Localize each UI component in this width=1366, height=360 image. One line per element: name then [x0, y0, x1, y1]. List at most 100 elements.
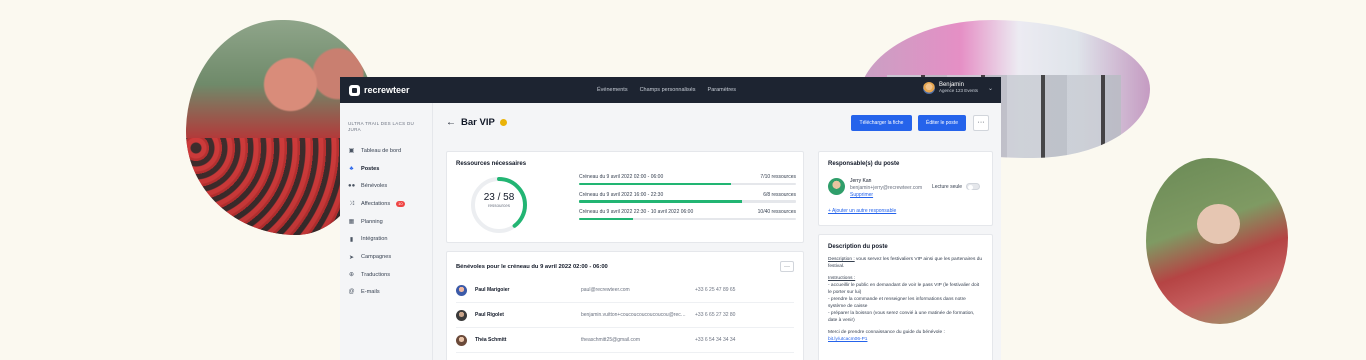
sidebar-item-label: Traductions — [361, 271, 391, 278]
sidebar-item-label: Campagnes — [361, 254, 392, 261]
sidebar-item-volunteers[interactable]: ●● Bénévoles — [348, 178, 424, 196]
volunteer-name: Paul Rigolet — [475, 312, 504, 318]
dashboard-icon: ▣ — [348, 148, 355, 155]
responsible-card: Responsable(s) du poste Jerry Kan benjam… — [818, 151, 993, 226]
instruction-item: - prendre la commande et renseigner les … — [828, 296, 966, 309]
nav-events[interactable]: Événements — [597, 87, 628, 93]
user-menu[interactable]: Benjamin Agence 123 Events ⌄ — [922, 82, 993, 94]
sidebar-item-planning[interactable]: ▦ Planning — [348, 213, 424, 231]
app-window: recrewteer Événements Champs personnalis… — [340, 77, 1001, 360]
resources-card: Ressources nécessaires 23 / 58 ressource… — [446, 151, 804, 243]
avatar — [456, 309, 467, 321]
user-org: Agence 123 Events — [938, 87, 978, 93]
slot-count: 6/8 ressources — [763, 191, 796, 198]
slot-progress-bar — [579, 182, 796, 185]
shuffle-icon: ⤨ — [349, 200, 354, 207]
chevron-down-icon: ⌄ — [987, 85, 993, 92]
avatar — [828, 178, 845, 195]
readonly-label: Lecture seule — [932, 183, 963, 190]
status-dot — [499, 119, 507, 126]
guide-link[interactable]: bit.ly/utcacm06-P1 — [828, 337, 867, 342]
slot-progress-fill — [579, 200, 742, 203]
sidebar-item-label: Intégration — [361, 236, 388, 243]
top-navbar: recrewteer Événements Champs personnalis… — [340, 77, 1001, 103]
guide-text: Merci de prendre connaissance du guide d… — [828, 329, 945, 335]
brand-logo[interactable]: recrewteer — [349, 84, 410, 96]
slot-item[interactable]: Créneau du 9 avril 2022 22:30 - 10 avril… — [579, 209, 796, 226]
add-responsible-link[interactable]: + Ajouter un autre responsable — [828, 208, 896, 214]
event-name: ULTRA TRAIL DES LACS DU JURA — [348, 121, 415, 133]
table-row[interactable]: Théa Schmitt theaschmitt25@gmail.com +33… — [456, 328, 794, 353]
sidebar-item-positions[interactable]: ♣ Postes — [348, 160, 424, 178]
table-row[interactable]: Paul Rigolet benjamin.vuitton+coucoucouc… — [456, 303, 794, 328]
sidebar-item-assignments[interactable]: ⤨ Affectations 10 — [348, 195, 424, 213]
volunteer-phone: +33 6 25 47 89 65 — [695, 287, 736, 293]
donut-value: 23 / 58 — [483, 192, 515, 203]
assignments-badge: 10 — [396, 201, 405, 208]
avatar — [456, 334, 467, 346]
volunteers-list: Paul Marigoier paul@recrewteer.com +33 6… — [456, 278, 794, 353]
send-icon: ➤ — [348, 254, 355, 261]
calendar-icon: ▦ — [348, 219, 355, 226]
slot-item[interactable]: Créneau du 9 avril 2022 02:00 - 06:00 7/1… — [579, 174, 796, 191]
sidebar-item-label: E-mails — [361, 289, 380, 296]
door-icon: ▮ — [349, 236, 354, 243]
description-body: Description : vous servez les festivalie… — [828, 257, 983, 343]
slot-label: Créneau du 9 avril 2022 22:30 - 10 avril… — [579, 209, 694, 215]
slot-count: 7/10 ressources — [760, 174, 796, 180]
main-content: ← Bar VIP Télécharger la fiche Éditer le… — [434, 103, 1001, 360]
nav-custom-fields[interactable]: Champs personnalisés — [640, 87, 696, 93]
responsible-name: Jerry Kan — [850, 178, 872, 184]
more-options-button[interactable]: ··· — [973, 115, 989, 131]
slot-list: Créneau du 9 avril 2022 02:00 - 06:00 7/1… — [579, 174, 796, 227]
org-chart-icon: ♣ — [349, 165, 354, 172]
volunteer-email: benjamin.vuitton+coucoucoucoucoucou@recr… — [581, 312, 687, 318]
sidebar-item-label: Tableau de bord — [361, 147, 402, 154]
sidebar-item-label: Affectations — [361, 201, 391, 208]
recrewteer-logo-icon — [349, 84, 360, 96]
remove-responsible-link[interactable]: Supprimer — [850, 192, 922, 199]
edit-position-button[interactable]: Éditer le poste — [918, 115, 966, 131]
sidebar-item-integration[interactable]: ▮ Intégration — [348, 231, 424, 249]
slot-label: Créneau du 9 avril 2022 02:00 - 06:00 — [579, 174, 664, 180]
avatar — [456, 284, 467, 296]
user-avatar — [922, 82, 935, 94]
sidebar-item-dashboard[interactable]: ▣ Tableau de bord — [348, 142, 424, 160]
responsible-title: Responsable(s) du poste — [828, 161, 900, 167]
resources-title: Ressources nécessaires — [456, 161, 527, 167]
slot-progress-bar — [579, 217, 796, 220]
nav-settings[interactable]: Paramètres — [708, 87, 736, 93]
description-label: Description : — [828, 257, 855, 262]
brand-name: recrewteer — [364, 85, 410, 95]
sidebar-item-campaigns[interactable]: ➤ Campagnes — [348, 248, 424, 266]
download-sheet-button[interactable]: Télécharger la fiche — [851, 115, 912, 131]
sidebar-item-emails[interactable]: @ E-mails — [348, 284, 424, 302]
slot-progress-fill — [579, 182, 731, 185]
volunteer-name: Théa Schmitt — [475, 337, 507, 343]
page-header: ← Bar VIP — [446, 117, 507, 128]
description-card: Description du poste Description : vous … — [818, 234, 993, 360]
volunteer-email: theaschmitt25@gmail.com — [581, 337, 640, 343]
donut-label: ressources — [487, 203, 510, 208]
slot-progress-bar — [579, 200, 796, 203]
back-arrow-icon[interactable]: ← — [446, 117, 456, 128]
slot-count: 10/40 ressources — [757, 209, 796, 215]
slot-item[interactable]: Créneau du 9 avril 2022 16:00 - 22:30 6/8… — [579, 192, 796, 209]
volunteers-title: Bénévoles pour le créneau du 9 avril 202… — [456, 263, 608, 270]
volunteers-more-button[interactable]: ··· — [780, 261, 794, 272]
instruction-item: - accueillir le public en demandant de v… — [828, 282, 980, 295]
volunteer-name: Paul Marigoier — [475, 287, 510, 293]
readonly-toggle-group: Lecture seule — [932, 183, 981, 190]
volunteers-card: Bénévoles pour le créneau du 9 avril 202… — [446, 251, 804, 360]
responsible-person: Jerry Kan benjamin+jerry@recrewteer.com … — [828, 178, 922, 199]
sidebar-item-translations[interactable]: ⊕ Traductions — [348, 266, 424, 284]
sidebar: ULTRA TRAIL DES LACS DU JURA ▣ Tableau d… — [340, 103, 433, 360]
table-row[interactable]: Paul Marigoier paul@recrewteer.com +33 6… — [456, 278, 794, 303]
description-title: Description du poste — [828, 244, 888, 250]
responsible-email: benjamin+jerry@recrewteer.com — [850, 185, 923, 191]
readonly-toggle[interactable] — [966, 183, 981, 190]
volunteer-photo-right — [1146, 158, 1288, 324]
sidebar-item-label: Postes — [361, 165, 380, 172]
volunteer-phone: +33 6 54 34 34 34 — [695, 337, 736, 343]
volunteer-phone: +33 6 65 27 32 80 — [695, 312, 736, 318]
